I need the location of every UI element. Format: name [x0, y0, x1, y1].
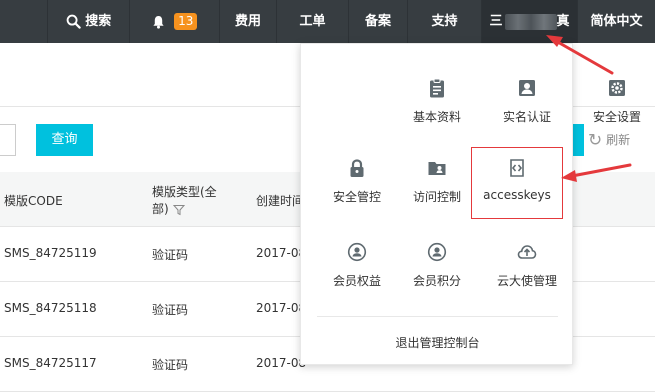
member-icon — [347, 242, 367, 262]
cloud-ambassador-icon — [517, 245, 537, 259]
query-button[interactable]: 查询 — [36, 124, 93, 156]
row-code: SMS_84725119 — [4, 246, 97, 260]
user-name-end: 真 — [556, 14, 570, 29]
row-created: 2017-08 — [256, 301, 307, 315]
menu-item-label: 会员积分 — [412, 274, 461, 288]
row-type: 验证码 — [152, 358, 189, 372]
menu-item-accesskeys[interactable]: accesskeys — [471, 147, 563, 219]
search-button[interactable]: 搜索 — [47, 0, 129, 43]
language-selector[interactable]: 简体中文 — [577, 0, 655, 43]
row-code: SMS_84725118 — [4, 301, 97, 315]
clipboard-icon — [430, 78, 444, 98]
menu-item-label: 安全设置 — [592, 110, 641, 124]
folder-user-icon — [428, 162, 446, 175]
lock-icon — [350, 159, 364, 177]
menu-item-basic-info[interactable]: 基本资料 — [392, 68, 482, 138]
bell-icon — [152, 15, 164, 29]
row-created: 2017-08 — [256, 356, 307, 370]
menu-divider — [317, 316, 558, 317]
billing-nav[interactable]: 费用 — [219, 0, 276, 43]
row-type: 验证码 — [152, 303, 189, 317]
filing-nav[interactable]: 备案 — [348, 0, 407, 43]
row-created: 2017-08 — [256, 246, 307, 260]
menu-item-label: 会员权益 — [332, 274, 381, 288]
gear-icon — [609, 80, 625, 96]
user-name-start: 三 — [489, 14, 503, 29]
menu-item-access-control[interactable]: 访问控制 — [392, 148, 482, 218]
search-label: 搜索 — [85, 14, 112, 29]
search-field[interactable] — [0, 124, 16, 156]
header-template-code: 模版CODE — [4, 194, 63, 208]
code-doc-icon — [510, 159, 524, 177]
id-card-icon — [519, 80, 535, 96]
menu-item-member-points[interactable]: 会员积分 — [392, 232, 482, 302]
menu-item-real-name-auth[interactable]: 实名认证 — [482, 68, 572, 138]
header-created-time: 创建时间 — [256, 194, 305, 208]
menu-item-label: 安全管控 — [332, 190, 381, 204]
search-icon — [66, 14, 81, 29]
menu-item-member-benefits[interactable]: 会员权益 — [312, 232, 402, 302]
notification-count-badge: 13 — [174, 13, 198, 30]
menu-item-security-control[interactable]: 安全管控 — [312, 148, 402, 218]
header-template-type-line1: 模版类型(全 — [152, 185, 217, 199]
menu-item-label: accesskeys — [483, 188, 551, 202]
menu-item-label: 访问控制 — [412, 190, 461, 204]
menu-item-cloud-ambassador[interactable]: 云大使管理 — [482, 232, 572, 302]
tickets-nav[interactable]: 工单 — [276, 0, 348, 43]
menu-item-label: 基本资料 — [412, 110, 461, 124]
header-template-type-line2: 部) — [152, 202, 169, 216]
header-template-type[interactable]: 模版类型(全 部) — [152, 183, 217, 217]
user-account-nav[interactable]: 三真 — [481, 0, 577, 43]
user-dropdown-menu: 基本资料 实名认证 安全设置 安全管控 访问控制 accesskeys 会员权益… — [300, 43, 641, 365]
top-nav-bar: 搜索 13 费用 工单 备案 支持 三真 简体中文 — [0, 0, 655, 43]
notifications-button[interactable]: 13 — [129, 0, 219, 43]
menu-item-label: 实名认证 — [502, 110, 551, 124]
blurred-username — [504, 13, 557, 30]
support-nav[interactable]: 支持 — [407, 0, 481, 43]
menu-item-label: 云大使管理 — [496, 274, 557, 288]
logout-button[interactable]: 退出管理控制台 — [301, 334, 574, 351]
filter-icon[interactable] — [172, 204, 185, 216]
row-type: 验证码 — [152, 248, 189, 262]
row-code: SMS_84725117 — [4, 356, 97, 370]
points-icon — [427, 242, 447, 262]
menu-item-security-settings[interactable]: 安全设置 — [572, 68, 655, 138]
